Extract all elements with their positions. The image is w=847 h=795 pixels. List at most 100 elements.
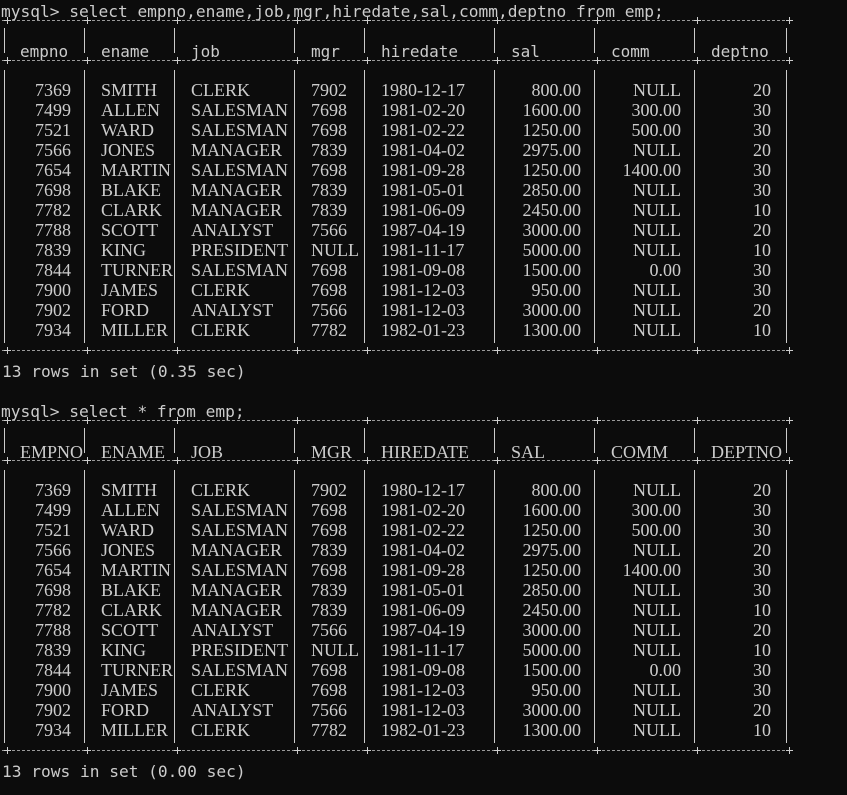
table-cell: 1500.00 [522,660,582,680]
table-cell: ALLEN [101,500,160,520]
table-cell: ANALYST [191,620,274,640]
table-border-corner [694,417,701,424]
table-cell: 7788 [35,220,71,240]
table-cell: 30 [753,100,771,120]
table-cell: 7566 [35,140,71,160]
table-cell: 7521 [35,520,71,540]
table-border-corner [594,747,601,754]
table-border-line [2,420,790,422]
table-cell: FORD [101,300,150,320]
table-border-bar [174,470,175,743]
table-cell: ALLEN [101,100,160,120]
table-border-corner [4,747,11,754]
table-border-line [2,350,790,352]
table-cell: 1500.00 [522,260,582,280]
table-cell: 20 [753,540,771,560]
column-header: hiredate [381,42,459,61]
table-cell: 30 [753,260,771,280]
table-cell: 3000.00 [522,620,582,640]
table-cell: 500.00 [631,520,682,540]
table-cell: 7839 [311,540,347,560]
table-cell: 30 [753,560,771,580]
table-cell: 1600.00 [522,100,582,120]
table-cell: NULL [633,640,681,660]
table-cell: BLAKE [101,580,161,600]
table-cell: 20 [753,300,771,320]
table-cell: 1981-04-02 [381,140,465,160]
table-cell: SMITH [101,480,158,500]
table-cell: 2450.00 [522,600,582,620]
table-cell: 7782 [311,720,347,740]
table-cell: MANAGER [191,200,283,220]
table-border-corner [294,347,301,354]
table-border-bar [364,70,365,343]
table-border-corner [594,17,601,24]
table-border-bar [694,428,695,453]
table-cell: JAMES [101,680,159,700]
table-border-line [2,750,790,752]
table-cell: 1981-11-17 [381,240,465,260]
column-header: empno [20,42,69,61]
table-cell: 7566 [311,620,347,640]
table-cell: CLERK [191,720,251,740]
table-cell: MILLER [101,720,168,740]
table-cell: 30 [753,680,771,700]
table-cell: NULL [633,580,681,600]
table-border-corner [594,57,601,64]
table-border-corner [364,17,371,24]
table-cell: SALESMAN [191,660,289,680]
table-cell: 2450.00 [522,200,582,220]
table-cell: 0.00 [649,660,682,680]
table-cell: 7788 [35,620,71,640]
table-border-bar [694,470,695,743]
table-cell: 1981-09-08 [381,660,465,680]
table-border-bar [364,470,365,743]
rows-in-set-2: 13 rows in set (0.00 sec) [2,762,246,781]
table-cell: 20 [753,700,771,720]
table-cell: 20 [753,480,771,500]
table-cell: MANAGER [191,600,283,620]
table-cell: CLERK [191,320,251,340]
table-cell: 7902 [311,480,347,500]
table-cell: ANALYST [191,300,274,320]
table-cell: 7698 [35,180,71,200]
table-cell: 30 [753,120,771,140]
table-cell: KING [101,640,146,660]
table-border-corner [174,57,181,64]
table-border-corner [494,457,501,464]
table-cell: 7839 [311,140,347,160]
table-border-corner [786,417,793,424]
table-cell: 7839 [311,180,347,200]
table-cell: 1981-12-03 [381,300,465,320]
table-border-bar [294,70,295,343]
table-cell: 7698 [311,500,347,520]
table-border-corner [786,347,793,354]
table-cell: 7566 [311,700,347,720]
table-cell: SCOTT [101,220,159,240]
table-cell: ANALYST [191,220,274,240]
table-cell: NULL [633,80,681,100]
table-cell: MARTIN [101,160,171,180]
table-cell: CLERK [191,480,251,500]
column-header: deptno [711,42,769,61]
table-border-line [2,20,790,22]
table-cell: SALESMAN [191,120,289,140]
table-border-bar [594,428,595,453]
table-cell: 3000.00 [522,220,582,240]
table-cell: NULL [633,680,681,700]
table-border-corner [594,347,601,354]
column-header: DEPTNO [711,442,782,462]
table-cell: 10 [753,600,771,620]
table-border-bar [364,428,365,453]
table-cell: 20 [753,220,771,240]
table-border-bar [294,470,295,743]
table-cell: 7698 [311,260,347,280]
table-cell: 950.00 [531,680,582,700]
table-cell: PRESIDENT [191,240,289,260]
table-cell: 7698 [311,120,347,140]
table-border-corner [84,347,91,354]
table-cell: 7566 [311,220,347,240]
table-cell: 1400.00 [622,560,682,580]
table-cell: 1250.00 [522,560,582,580]
table-cell: 2975.00 [522,140,582,160]
